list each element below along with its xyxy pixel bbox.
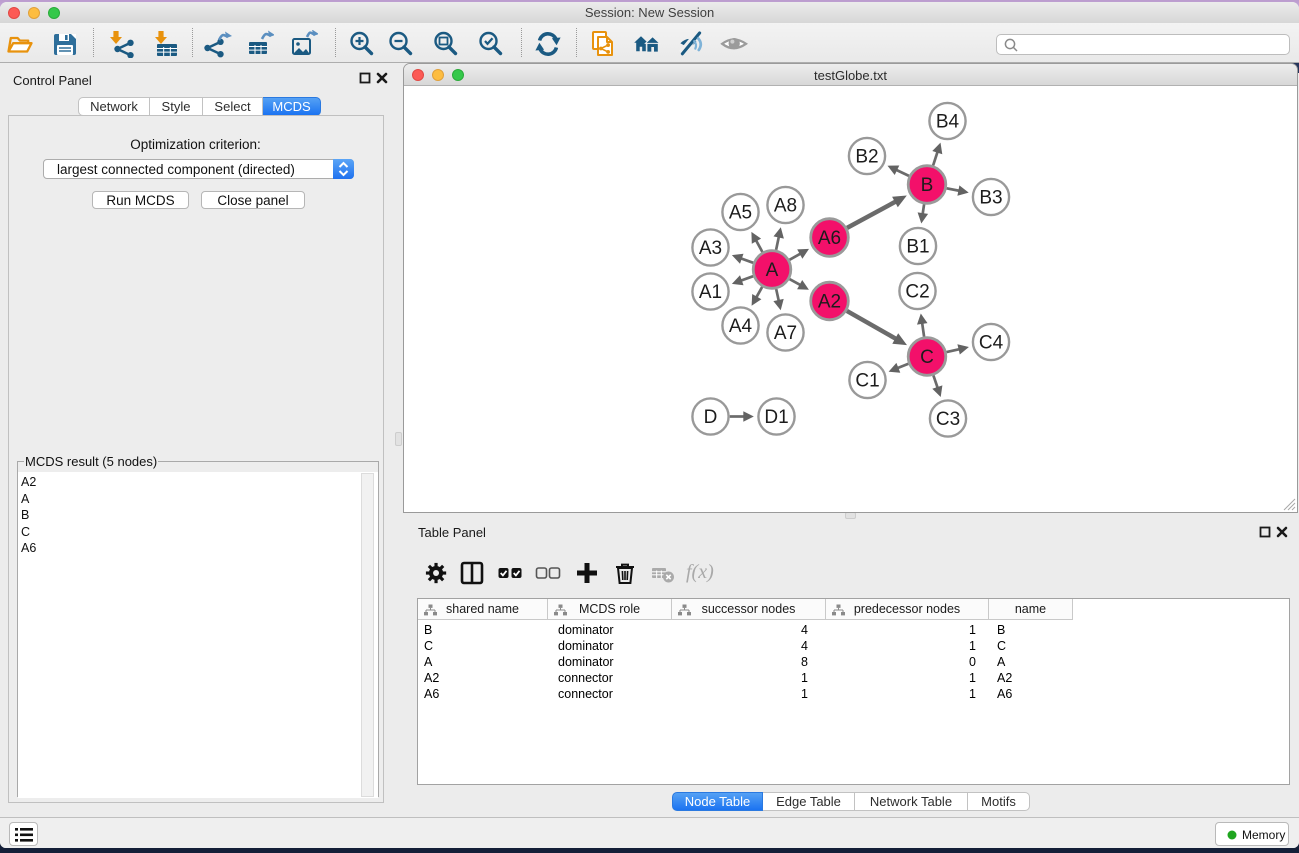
svg-text:A5: A5 xyxy=(729,203,752,224)
svg-text:B4: B4 xyxy=(936,112,960,133)
svg-text:C3: C3 xyxy=(936,409,960,430)
svg-text:A8: A8 xyxy=(774,196,797,217)
svg-text:B: B xyxy=(921,175,934,196)
svg-text:A7: A7 xyxy=(774,323,797,344)
svg-text:C1: C1 xyxy=(855,371,879,392)
svg-text:C: C xyxy=(920,347,934,368)
svg-text:B2: B2 xyxy=(855,147,878,168)
svg-text:A2: A2 xyxy=(818,292,841,313)
svg-text:A4: A4 xyxy=(729,316,753,337)
svg-text:B1: B1 xyxy=(906,237,929,258)
svg-text:A1: A1 xyxy=(699,282,722,303)
svg-text:C2: C2 xyxy=(905,282,929,303)
svg-text:A3: A3 xyxy=(699,238,722,259)
svg-text:A6: A6 xyxy=(818,228,841,249)
svg-text:A: A xyxy=(766,260,779,281)
svg-text:D1: D1 xyxy=(764,407,788,428)
svg-text:C4: C4 xyxy=(979,333,1004,354)
svg-text:D: D xyxy=(704,407,718,428)
svg-text:B3: B3 xyxy=(979,188,1002,209)
